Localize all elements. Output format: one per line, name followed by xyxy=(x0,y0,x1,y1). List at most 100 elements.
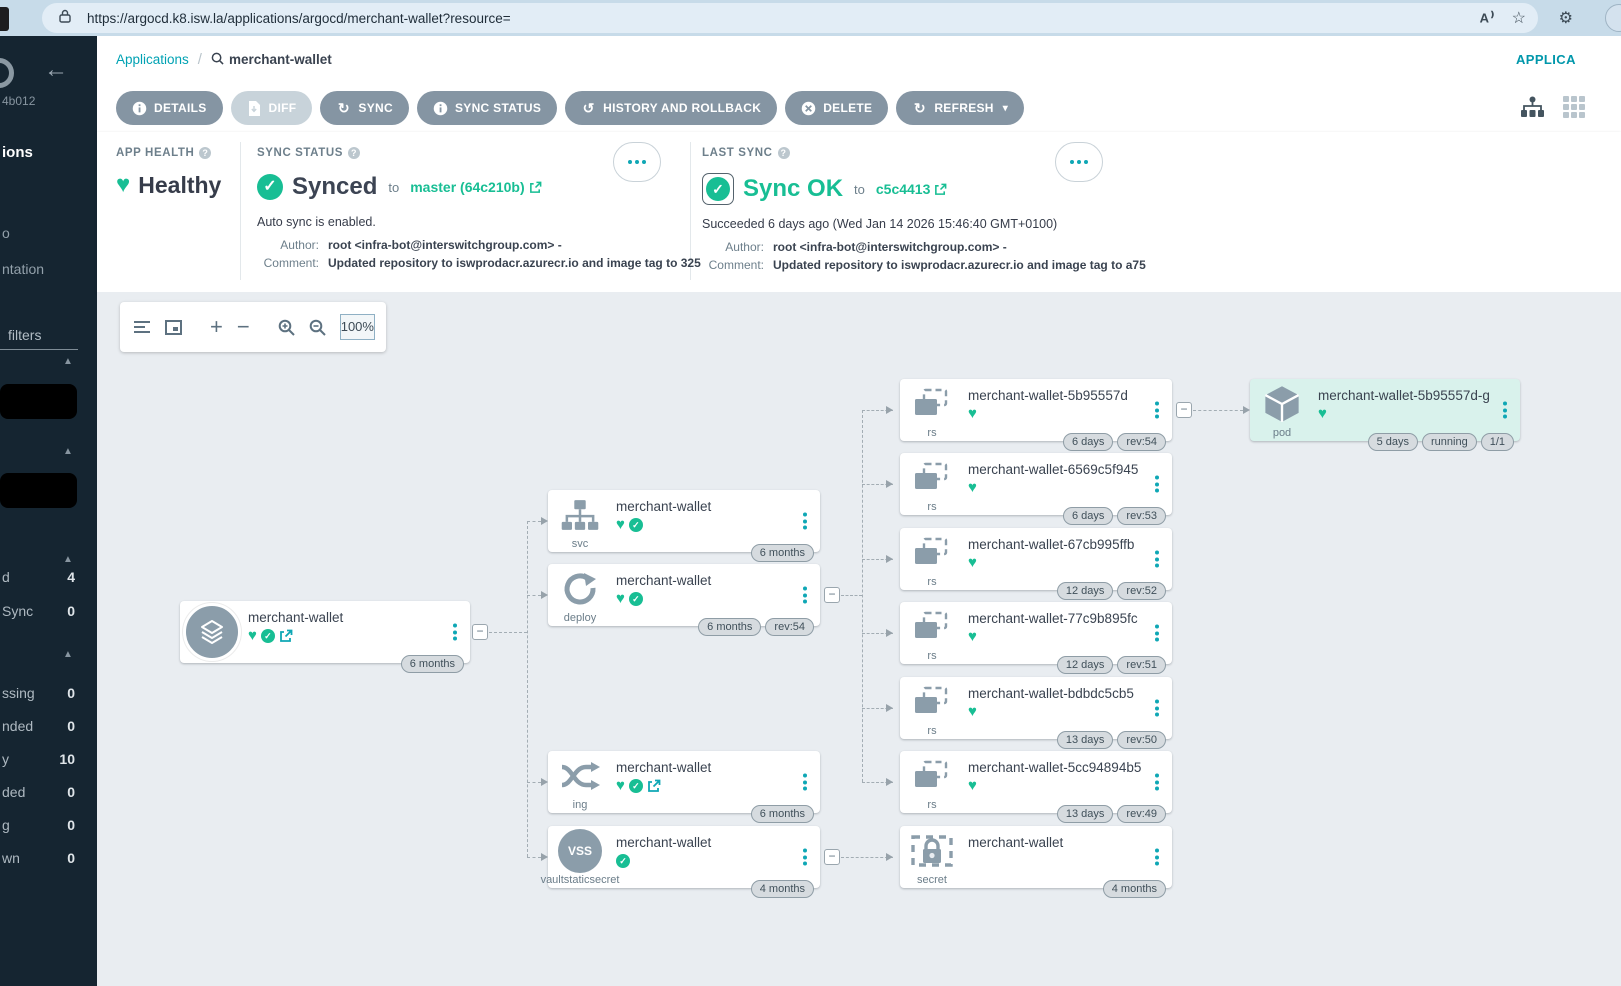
breadcrumb-separator: / xyxy=(198,51,202,68)
collapse-filter-group-icon[interactable]: ▲ xyxy=(63,554,73,565)
sidebar-sync-filter-row[interactable]: Sync0 xyxy=(0,603,97,623)
sync-target-link[interactable]: master (64c210b) xyxy=(410,179,541,195)
vss-icon: VSS xyxy=(554,830,606,872)
sidebar-sync-filter-row[interactable]: d4 xyxy=(0,569,97,589)
sidebar-item-applications[interactable]: ions xyxy=(2,144,33,161)
delete-button[interactable]: DELETE xyxy=(785,91,888,125)
author-value: root <infra-bot@interswitchgroup.com> - xyxy=(328,238,701,252)
node-menu-button[interactable] xyxy=(801,847,809,868)
resource-node-secret[interactable]: secretmerchant-wallet4 months xyxy=(900,826,1172,888)
history-and-rollback-button[interactable]: ↺HISTORY AND ROLLBACK xyxy=(565,91,777,125)
grid-view-icon[interactable] xyxy=(1563,96,1585,123)
sidebar-item-documentation[interactable]: ntation xyxy=(2,261,44,277)
sidebar-health-filter-row[interactable]: y10 xyxy=(0,751,97,771)
tree-view-icon[interactable] xyxy=(1520,96,1545,123)
resource-name: merchant-wallet xyxy=(248,610,440,625)
node-badge: 6 months xyxy=(751,805,814,823)
magnifier-minus-icon[interactable] xyxy=(309,319,326,336)
help-icon[interactable]: ? xyxy=(199,147,211,159)
resource-node-app[interactable]: merchant-wallet♥✓6 months xyxy=(180,601,470,663)
collapse-node-button[interactable]: − xyxy=(1176,402,1192,418)
node-menu-button[interactable] xyxy=(1501,400,1509,421)
node-badge: 4 months xyxy=(1103,880,1166,898)
collapse-node-button[interactable]: − xyxy=(824,849,840,865)
help-icon[interactable]: ? xyxy=(778,147,790,159)
collapse-filter-group-icon[interactable]: ▲ xyxy=(63,446,73,457)
to-word: to xyxy=(854,182,865,197)
resource-node-rs6[interactable]: rsmerchant-wallet-5cc94894b5♥13 daysrev:… xyxy=(900,751,1172,813)
last-sync-target-link[interactable]: c5c4413 xyxy=(876,181,948,197)
read-aloud-icon[interactable]: A❫ xyxy=(1480,10,1496,25)
last-sync-value: Sync OK xyxy=(743,175,843,203)
node-menu-button[interactable] xyxy=(801,511,809,532)
node-menu-button[interactable] xyxy=(1153,623,1161,644)
url-text[interactable]: https://argocd.k8.isw.la/applications/ar… xyxy=(87,11,511,26)
last-sync-label: LAST SYNC xyxy=(702,147,773,159)
node-menu-button[interactable] xyxy=(1153,474,1161,495)
diff-button[interactable]: DIFF xyxy=(231,91,313,125)
delete-icon xyxy=(801,101,816,116)
collapse-filter-group-icon[interactable]: ▲ xyxy=(63,356,73,367)
node-menu-button[interactable] xyxy=(1153,698,1161,719)
resource-node-vss[interactable]: VSSvaultstaticsecretmerchant-wallet✓4 mo… xyxy=(548,826,820,888)
resource-tree: + − 100% − − − − merchant-wallet♥✓6 mont… xyxy=(97,292,1621,986)
help-icon[interactable]: ? xyxy=(348,147,360,159)
node-menu-button[interactable] xyxy=(1153,772,1161,793)
resource-node-deploy[interactable]: deploymerchant-wallet♥✓6 monthsrev:54 xyxy=(548,564,820,626)
zoom-in-plus-icon[interactable]: + xyxy=(210,314,223,340)
comment-value: Updated repository to iswprodacr.azurecr… xyxy=(328,256,701,270)
favorite-star-icon[interactable]: ☆ xyxy=(1512,8,1526,28)
filter-label: wn xyxy=(2,850,20,866)
external-link-icon[interactable] xyxy=(647,779,661,793)
magnifier-plus-icon[interactable] xyxy=(278,319,295,336)
sidebar-item-user-info[interactable]: o xyxy=(2,225,10,241)
sync-button[interactable]: ↻SYNC xyxy=(320,91,409,125)
sidebar-health-filter-row[interactable]: ssing0 xyxy=(0,685,97,705)
sync-status-button[interactable]: SYNC STATUS xyxy=(417,91,557,125)
resource-node-rs4[interactable]: rsmerchant-wallet-77c9b895fc♥12 daysrev:… xyxy=(900,602,1172,664)
browser-profile-icon[interactable] xyxy=(1605,4,1621,32)
fit-to-screen-icon[interactable] xyxy=(165,320,182,335)
zoom-level-value[interactable]: 100% xyxy=(340,314,375,340)
sidebar-health-filter-row[interactable]: nded0 xyxy=(0,718,97,738)
extensions-icon[interactable]: ⚙ xyxy=(1559,8,1573,28)
external-link-icon[interactable] xyxy=(279,629,293,643)
sync-status-menu-button[interactable] xyxy=(613,142,661,182)
resource-kind-label: pod xyxy=(1273,427,1291,439)
node-menu-button[interactable] xyxy=(1153,400,1161,421)
collapse-node-button[interactable]: − xyxy=(824,587,840,603)
resource-node-svc[interactable]: svcmerchant-wallet♥✓6 months xyxy=(548,490,820,552)
node-menu-button[interactable] xyxy=(451,622,459,643)
breadcrumb-applications-link[interactable]: Applications xyxy=(116,52,189,67)
collapse-sidebar-arrow-icon[interactable]: ← xyxy=(44,56,68,84)
resource-node-ing[interactable]: ingmerchant-wallet♥✓6 months xyxy=(548,751,820,813)
divider xyxy=(240,142,241,280)
healthy-heart-icon: ♥ xyxy=(968,556,977,570)
resource-node-rs1[interactable]: rsmerchant-wallet-5b95557d♥6 daysrev:54 xyxy=(900,379,1172,441)
sidebar-health-filter-row[interactable]: ded0 xyxy=(0,784,97,804)
sidebar-health-filter-row[interactable]: wn0 xyxy=(0,850,97,870)
resource-node-pod[interactable]: podmerchant-wallet-5b95557d-g…♥5 daysrun… xyxy=(1250,379,1520,441)
synced-check-icon: ✓ xyxy=(616,854,630,868)
resource-kind-label: rs xyxy=(927,650,936,662)
collapse-node-button[interactable]: − xyxy=(472,624,488,640)
node-menu-button[interactable] xyxy=(1153,549,1161,570)
filter-label: nded xyxy=(2,718,33,734)
resource-node-rs5[interactable]: rsmerchant-wallet-bdbdc5cb5♥13 daysrev:5… xyxy=(900,677,1172,739)
node-menu-button[interactable] xyxy=(801,585,809,606)
zoom-out-minus-icon[interactable]: − xyxy=(237,314,250,340)
refresh-button[interactable]: ↻REFRESH▾ xyxy=(896,91,1024,125)
url-bar[interactable]: https://argocd.k8.isw.la/applications/ar… xyxy=(42,3,1538,33)
node-menu-button[interactable] xyxy=(1153,847,1161,868)
collapse-filter-group-icon[interactable]: ▲ xyxy=(63,649,73,660)
node-menu-button[interactable] xyxy=(801,772,809,793)
layout-list-icon[interactable] xyxy=(133,320,151,334)
edge xyxy=(489,632,527,633)
last-sync-menu-button[interactable] xyxy=(1055,142,1103,182)
sidebar-health-filter-row[interactable]: g0 xyxy=(0,817,97,837)
resource-node-rs3[interactable]: rsmerchant-wallet-67cb995ffb♥12 daysrev:… xyxy=(900,528,1172,590)
edge xyxy=(1193,410,1243,411)
details-button[interactable]: DETAILS xyxy=(116,91,223,125)
resource-node-rs2[interactable]: rsmerchant-wallet-6569c5f945♥6 daysrev:5… xyxy=(900,453,1172,515)
filters-label: filters xyxy=(8,327,41,343)
